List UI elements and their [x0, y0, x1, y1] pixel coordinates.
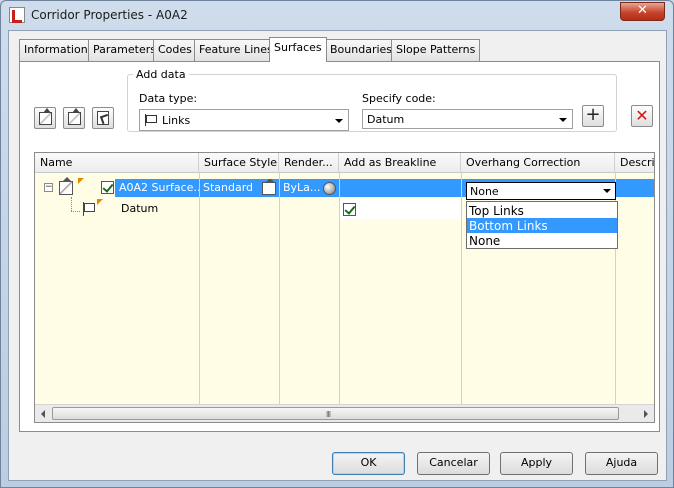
- data-type-value: Links: [162, 114, 191, 127]
- add-surface-item-button[interactable]: +: [582, 105, 604, 127]
- overhang-options-list[interactable]: Top Links Bottom Links None: [466, 201, 618, 249]
- create-surface-icon: [39, 108, 52, 125]
- scroll-grip: III: [326, 410, 331, 419]
- create-surface-from-selection-icon: [68, 108, 81, 125]
- add-data-legend: Add data: [133, 68, 189, 81]
- specify-code-label: Specify code:: [362, 92, 436, 105]
- option-top-links[interactable]: Top Links: [467, 203, 617, 218]
- scroll-thumb[interactable]: III: [52, 407, 619, 420]
- material-picker-icon[interactable]: [323, 182, 336, 195]
- row-description-cell[interactable]: [616, 179, 654, 197]
- civil3d-app-icon: [9, 7, 25, 23]
- chevron-down-icon: [603, 189, 611, 193]
- links-flag-icon: [145, 114, 157, 126]
- corridor-properties-dialog: Corridor Properties - A0A2 ✕ Information…: [0, 0, 674, 488]
- render-material-value: ByLa...: [283, 181, 321, 194]
- column-header-surface-style[interactable]: Surface Style: [199, 153, 279, 173]
- collapse-toggle[interactable]: −: [44, 183, 53, 192]
- pick-surface-button[interactable]: [92, 107, 114, 129]
- scroll-right-icon[interactable]: [644, 410, 648, 418]
- create-surface-from-selection-button[interactable]: [63, 107, 85, 129]
- surfaces-grid[interactable]: Name Surface Style Render... Add as Brea…: [34, 152, 655, 423]
- column-header-overhang-correction[interactable]: Overhang Correction: [461, 153, 615, 173]
- row-render-cell[interactable]: ByLa...: [280, 179, 339, 197]
- tree-connector: [71, 211, 80, 212]
- delete-item-button[interactable]: ✕: [631, 105, 653, 127]
- column-header-description[interactable]: Descrip: [615, 153, 654, 173]
- data-type-combo[interactable]: Links: [139, 109, 349, 131]
- horizontal-scrollbar[interactable]: III: [35, 404, 654, 422]
- overhang-correction-dropdown[interactable]: None: [466, 182, 616, 200]
- dialog-client-area: Information Parameters Codes Feature Lin…: [8, 30, 667, 481]
- close-button[interactable]: ✕: [620, 2, 665, 21]
- column-header-name[interactable]: Name: [35, 153, 199, 173]
- scroll-left-icon[interactable]: [41, 410, 45, 418]
- specify-code-value: Datum: [367, 113, 405, 126]
- row-name-cell[interactable]: Datum: [121, 200, 199, 218]
- pick-surface-icon: [97, 111, 109, 125]
- modified-marker-icon: [97, 199, 103, 205]
- column-header-add-as-breakline[interactable]: Add as Breakline: [339, 153, 461, 173]
- specify-code-combo[interactable]: Datum: [362, 109, 573, 129]
- row-breakline-cell[interactable]: [340, 199, 461, 219]
- row-style-cell[interactable]: Standard: [200, 179, 279, 197]
- create-surface-button[interactable]: [34, 107, 56, 129]
- column-divider: [199, 173, 200, 404]
- option-bottom-links[interactable]: Bottom Links: [467, 218, 617, 233]
- chevron-down-icon: [335, 119, 343, 123]
- data-type-label: Data type:: [139, 92, 198, 105]
- modified-marker-icon: [78, 178, 84, 184]
- option-none[interactable]: None: [467, 233, 617, 248]
- surface-style-value: Standard: [203, 181, 254, 194]
- surface-enabled-checkbox[interactable]: [101, 181, 114, 194]
- tree-connector: [71, 197, 72, 211]
- column-divider: [279, 173, 280, 404]
- chevron-down-icon: [559, 118, 567, 122]
- surfaces-content: Add data Data type: Links Specify code: …: [9, 31, 668, 482]
- add-as-breakline-checkbox[interactable]: [343, 203, 356, 216]
- column-header-render-material[interactable]: Render...: [279, 153, 339, 173]
- style-picker-icon[interactable]: [262, 179, 276, 195]
- row-name-cell[interactable]: A0A2 Surface...: [115, 179, 199, 197]
- corridor-surface-icon: [59, 177, 73, 195]
- column-divider: [461, 173, 462, 404]
- window-title: Corridor Properties - A0A2: [31, 8, 188, 22]
- row-breakline-cell: [340, 179, 461, 197]
- title-bar[interactable]: Corridor Properties - A0A2 ✕: [1, 1, 673, 29]
- links-flag-icon: [83, 202, 96, 216]
- overhang-correction-value: None: [470, 185, 499, 198]
